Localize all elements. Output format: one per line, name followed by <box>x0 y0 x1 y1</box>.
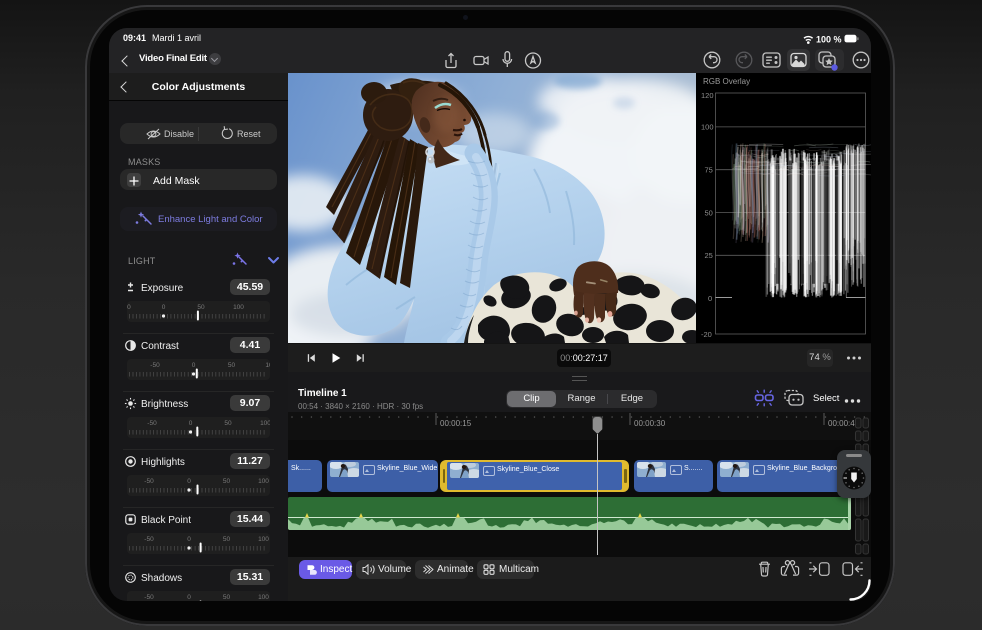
svg-text:25: 25 <box>705 251 713 260</box>
svg-text:100: 100 <box>233 304 244 311</box>
svg-text:-50: -50 <box>150 362 160 369</box>
svg-text:-50: -50 <box>144 478 154 485</box>
svg-text:RGB Overlay: RGB Overlay <box>703 77 750 86</box>
svg-text:-50: -50 <box>127 304 131 311</box>
svg-text:50: 50 <box>223 536 231 543</box>
svg-text:-50: -50 <box>147 420 157 427</box>
svg-text:120: 120 <box>701 91 714 100</box>
svg-text:100: 100 <box>258 594 269 601</box>
svg-text:Enhance Light and Color: Enhance Light and Color <box>158 214 263 225</box>
svg-text:75: 75 <box>705 166 713 175</box>
svg-text:0: 0 <box>187 536 191 543</box>
svg-text:0: 0 <box>189 420 193 427</box>
svg-text:-20: -20 <box>701 330 712 339</box>
svg-text:50: 50 <box>197 304 205 311</box>
svg-text:Disable: Disable <box>164 129 194 139</box>
svg-text:-50: -50 <box>144 536 154 543</box>
svg-text:00:00:15: 00:00:15 <box>440 419 472 428</box>
svg-text:50: 50 <box>705 208 713 217</box>
svg-text:Add Mask: Add Mask <box>153 175 200 187</box>
svg-text:100 %: 100 % <box>816 35 842 45</box>
svg-text:-50: -50 <box>144 594 154 601</box>
svg-text:0: 0 <box>187 594 191 601</box>
svg-text:0: 0 <box>162 304 166 311</box>
svg-text:100: 100 <box>701 123 714 132</box>
svg-text:50: 50 <box>224 420 232 427</box>
svg-text:0: 0 <box>708 294 712 303</box>
svg-text:00:00:30: 00:00:30 <box>634 419 666 428</box>
svg-text:10: 10 <box>265 362 270 369</box>
svg-text:100: 100 <box>258 536 269 543</box>
svg-text:50: 50 <box>223 478 231 485</box>
svg-text:Reset: Reset <box>237 129 261 139</box>
svg-text:100: 100 <box>260 420 270 427</box>
svg-text:50: 50 <box>228 362 236 369</box>
svg-text:50: 50 <box>223 594 231 601</box>
svg-text:0: 0 <box>187 478 191 485</box>
svg-text:0: 0 <box>192 362 196 369</box>
svg-text:100: 100 <box>258 478 269 485</box>
